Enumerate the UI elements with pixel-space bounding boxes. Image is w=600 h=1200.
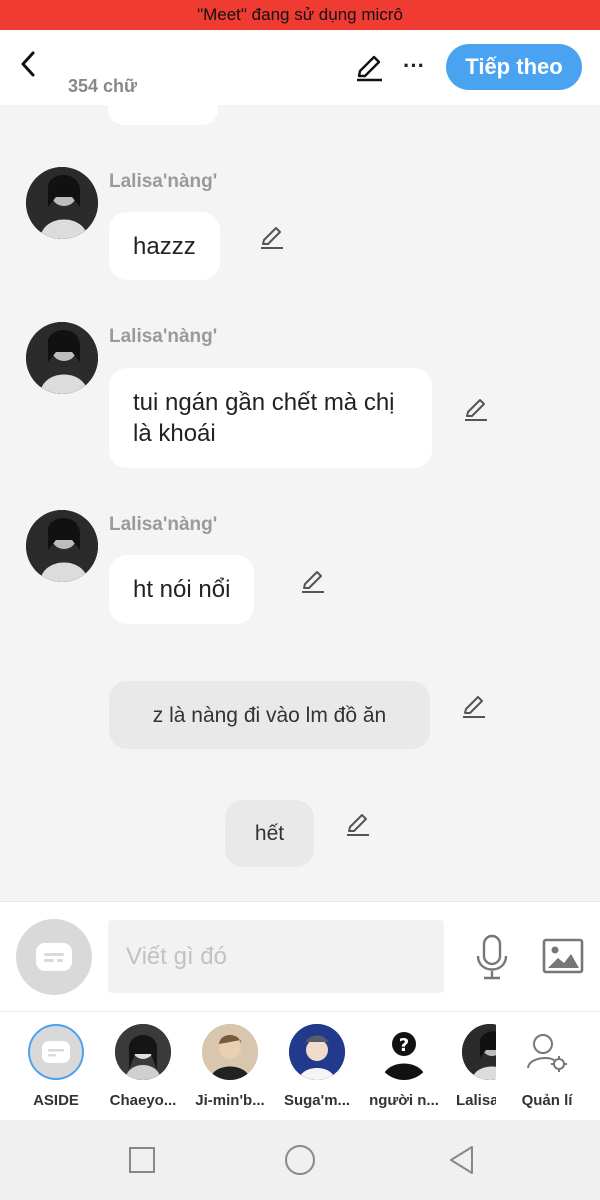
- pencil-icon: [261, 227, 283, 249]
- character-name: người n...: [369, 1092, 439, 1109]
- chat-bubble-icon: [42, 1041, 70, 1063]
- avatar[interactable]: [26, 167, 98, 239]
- edit-message-button[interactable]: [460, 692, 488, 720]
- character-unknown[interactable]: ? người n...: [359, 1024, 449, 1109]
- message-bubble[interactable]: hazzz: [109, 212, 220, 280]
- edit-message-button[interactable]: [344, 810, 372, 838]
- more-options-button[interactable]: ···: [400, 52, 428, 80]
- narration-text: hết: [254, 822, 285, 845]
- narration-text: z là nàng đi vào lm đồ ăn: [152, 703, 387, 727]
- previous-bubble: [108, 105, 218, 125]
- svg-text:?: ?: [399, 1035, 409, 1056]
- microphone-button[interactable]: [474, 934, 510, 980]
- system-nav-bar: [0, 1120, 600, 1200]
- message-input[interactable]: [108, 920, 444, 993]
- circle-icon: [285, 1145, 315, 1175]
- manage-characters-button[interactable]: Quản lí: [502, 1024, 592, 1109]
- square-icon: [129, 1147, 155, 1173]
- character-name: Suga'm...: [283, 1092, 351, 1109]
- composer-bar: [0, 901, 600, 1011]
- edit-message-button[interactable]: [299, 567, 327, 595]
- avatar: [462, 1024, 496, 1080]
- chat-area[interactable]: Lalisa'nàng' hazzz Lalisa'nàng' tui ngán…: [0, 105, 600, 901]
- character-name: Lalisa: [456, 1092, 496, 1109]
- triangle-back-icon: [450, 1146, 473, 1174]
- sender-name: Lalisa'nàng': [109, 326, 218, 347]
- pencil-icon: [302, 571, 324, 593]
- character-bar: ASIDE Chaeyo... Ji-min'b... Suga'm... ? …: [0, 1011, 600, 1120]
- image-button[interactable]: [542, 938, 584, 974]
- pencil-icon: [463, 696, 485, 718]
- avatar[interactable]: [26, 510, 98, 582]
- avatar[interactable]: [26, 322, 98, 394]
- back-nav-button[interactable]: [446, 1144, 478, 1176]
- message-text: tui ngán gần chết mà chị là khoái: [133, 389, 395, 447]
- narration-bubble[interactable]: z là nàng đi vào lm đồ ăn: [109, 681, 430, 749]
- manage-icon-wrap: [519, 1024, 575, 1080]
- character-name: ASIDE: [33, 1092, 79, 1109]
- microphone-icon: [476, 934, 508, 980]
- chevron-left-icon: [21, 51, 35, 77]
- message-bubble[interactable]: tui ngán gần chết mà chị là khoái: [109, 368, 432, 468]
- sender-name: Lalisa'nàng': [109, 514, 218, 535]
- pencil-icon: [347, 814, 369, 836]
- character-jimin[interactable]: Ji-min'b...: [185, 1024, 275, 1109]
- image-icon: [542, 938, 584, 974]
- status-bar: "Meet" đang sử dụng micrô: [0, 0, 600, 30]
- more-icon: ···: [403, 53, 425, 78]
- narration-bubble[interactable]: hết: [225, 800, 314, 867]
- pencil-icon: [357, 55, 382, 82]
- edit-message-button[interactable]: [258, 223, 286, 251]
- chat-bubble-icon: [36, 943, 72, 971]
- user-settings-icon: [527, 1034, 567, 1072]
- character-chaeyoung[interactable]: Chaeyo...: [98, 1024, 188, 1109]
- character-name: Quản lí: [521, 1092, 573, 1109]
- message-text: ht nói nổi: [133, 576, 231, 603]
- pencil-icon: [465, 399, 487, 421]
- avatar: [115, 1024, 171, 1080]
- word-count: 354 chữ: [68, 76, 138, 96]
- character-suga[interactable]: Suga'm...: [272, 1024, 362, 1109]
- sender-name: Lalisa'nàng': [109, 171, 218, 192]
- top-bar: 354 chữ ··· Tiếp theo: [0, 30, 600, 105]
- back-button[interactable]: [14, 50, 42, 78]
- message-bubble[interactable]: ht nói nổi: [109, 555, 255, 624]
- edit-message-button[interactable]: [462, 395, 490, 423]
- character-lalisa[interactable]: Lalisa: [446, 1024, 496, 1109]
- status-text: "Meet" đang sử dụng micrô: [197, 5, 403, 24]
- edit-button[interactable]: [354, 52, 384, 82]
- character-name: Ji-min'b...: [195, 1092, 265, 1109]
- avatar: ?: [376, 1024, 432, 1080]
- character-aside[interactable]: ASIDE: [11, 1024, 101, 1109]
- home-button[interactable]: [284, 1144, 316, 1176]
- avatar: [289, 1024, 345, 1080]
- message-text: hazzz: [133, 232, 196, 260]
- aside-avatar: [28, 1024, 84, 1080]
- next-button[interactable]: Tiếp theo: [446, 44, 582, 90]
- aside-toggle-button[interactable]: [16, 919, 92, 995]
- recent-apps-button[interactable]: [126, 1144, 158, 1176]
- character-name: Chaeyo...: [109, 1092, 177, 1109]
- avatar: [202, 1024, 258, 1080]
